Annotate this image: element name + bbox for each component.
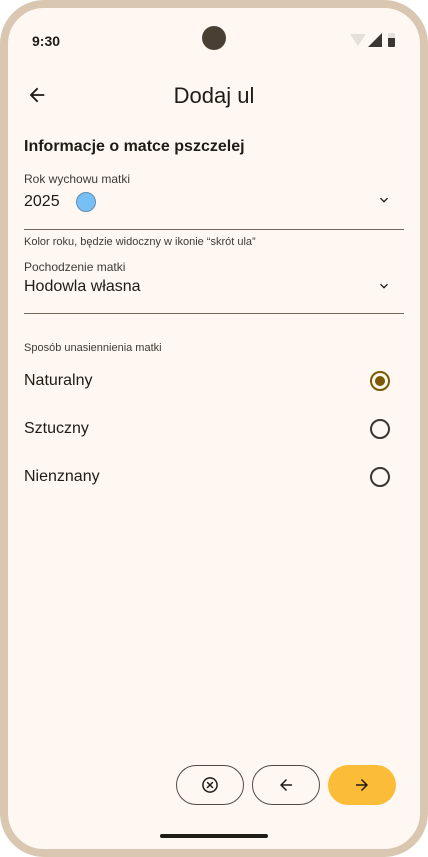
year-field-value-row: 2025 xyxy=(24,192,404,212)
origin-field-underline xyxy=(24,313,404,314)
radio-button[interactable] xyxy=(370,467,390,487)
status-bar: 9:30 xyxy=(8,8,420,68)
year-field-label: Rok wychowu matki xyxy=(24,172,131,186)
next-button[interactable] xyxy=(328,765,396,805)
radio-label: Nienznany xyxy=(24,468,100,485)
origin-value: Hodowla własna xyxy=(24,278,141,295)
radio-label: Sztuczny xyxy=(24,420,89,437)
battery-icon xyxy=(388,33,395,47)
cancel-icon xyxy=(202,777,218,793)
radio-button[interactable] xyxy=(370,419,390,439)
insemination-label: Sposób unasiennienia matki xyxy=(24,342,162,354)
page-title: Dodaj ul xyxy=(173,83,255,108)
top-app-bar: Dodaj ul xyxy=(8,70,420,126)
chevron-down-icon[interactable] xyxy=(376,192,392,208)
chevron-down-icon[interactable] xyxy=(376,278,392,294)
radio-label: Naturalny xyxy=(24,372,93,389)
status-icons xyxy=(350,33,400,47)
radio-option-nienznany[interactable]: Nienznany xyxy=(8,456,420,500)
camera-cutout xyxy=(202,26,226,50)
year-color-dot xyxy=(75,192,96,212)
status-time: 9:30 xyxy=(32,33,61,49)
section-title: Informacje o matce pszczelej xyxy=(24,138,245,155)
origin-field-label: Pochodzenie matki xyxy=(24,260,126,274)
arrow-left-icon xyxy=(280,779,292,791)
previous-button[interactable] xyxy=(252,765,320,805)
phone-frame: 9:30 Dodaj ul Informacje o matce pszczel… xyxy=(0,0,428,857)
radio-dot xyxy=(375,376,385,386)
radio-option-sztuczny[interactable]: Sztuczny xyxy=(8,408,420,452)
signal-icon xyxy=(368,33,382,47)
year-helper-text: Kolor roku, będzie widoczny w ikonie “sk… xyxy=(24,236,256,248)
cancel-button[interactable] xyxy=(176,765,244,805)
origin-dropdown[interactable]: Pochodzenie matki Hodowla własna xyxy=(24,260,404,314)
arrow-right-icon xyxy=(356,779,368,791)
radio-option-naturalny[interactable]: Naturalny xyxy=(8,360,420,404)
radio-button-selected[interactable] xyxy=(370,371,390,391)
year-value: 2025 xyxy=(24,193,60,210)
bottom-action-bar xyxy=(8,765,420,805)
year-field-underline xyxy=(24,229,404,230)
wifi-icon xyxy=(350,34,366,46)
year-dropdown[interactable]: Rok wychowu matki 2025 xyxy=(24,172,404,230)
home-indicator[interactable] xyxy=(160,834,268,838)
